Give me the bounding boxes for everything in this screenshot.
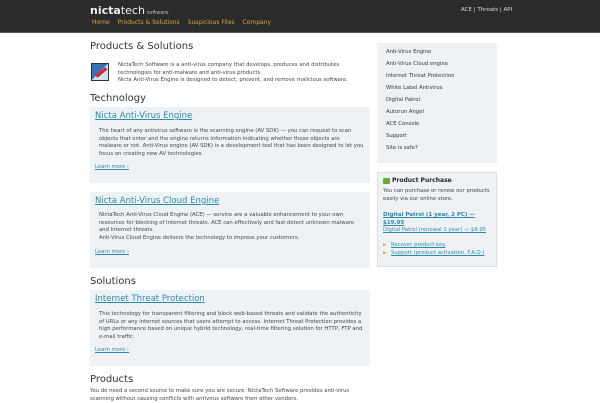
learn-more-link[interactable]: Learn more › bbox=[95, 347, 129, 353]
card-title-link[interactable]: Internet Threat Protection bbox=[95, 294, 205, 304]
buy-digital-patrol-link[interactable]: Digital Patrol (1 year, 2 PC) — $19.95 bbox=[383, 211, 493, 227]
card-title-link[interactable]: Nicta Anti-Virus Engine bbox=[95, 111, 192, 121]
logo[interactable]: nictatech software bbox=[90, 4, 168, 17]
arrow-icon: ► bbox=[383, 242, 387, 248]
main-nav: Home Products & Solutions Suspicious Fil… bbox=[92, 19, 271, 26]
sidebar-item-anti-virus-engine[interactable]: Anti-Virus Engine bbox=[386, 49, 431, 55]
sidebar-item-autorun-angel[interactable]: Autorun Angel bbox=[386, 109, 424, 115]
sidebar-item-threat-protection[interactable]: Internet Threat Protection bbox=[386, 73, 454, 79]
intro-text: NictaTech Software is a anti-virus compa… bbox=[118, 62, 348, 83]
cart-icon bbox=[383, 178, 390, 184]
sidebar-item-digital-patrol[interactable]: Digital Patrol bbox=[386, 97, 420, 103]
card-body: The heart of any antivirus software is t… bbox=[99, 128, 364, 157]
sidebar-item-support[interactable]: Support bbox=[386, 133, 407, 139]
nav-suspicious-files[interactable]: Suspicious Files bbox=[188, 19, 235, 26]
recover-key-link[interactable]: Recover product key bbox=[391, 242, 445, 248]
solution-card: Internet Threat Protection This technolo… bbox=[90, 290, 370, 366]
card-body: NictaTech Anti-Virus Cloud Engine (ACE) … bbox=[99, 212, 355, 241]
products-heading: Products bbox=[90, 374, 134, 385]
purchase-text: You can purchase or renew our products e… bbox=[383, 188, 490, 202]
nictatech-logo-icon bbox=[91, 63, 109, 81]
header: nictatech software Home Products & Soluti… bbox=[0, 0, 600, 33]
card-body: This technology for transparent filterin… bbox=[99, 311, 363, 340]
nav-company[interactable]: Company bbox=[243, 19, 272, 26]
support-link[interactable]: Support (product activation, F.A.Q.) bbox=[391, 250, 484, 256]
tech-card-engine: Nicta Anti-Virus Engine The heart of any… bbox=[90, 107, 370, 183]
renew-digital-patrol-link[interactable]: Digital Patrol (renewal 1 year) — $9.95 bbox=[383, 227, 486, 233]
product-purchase-box: Product Purchase You can purchase or ren… bbox=[377, 172, 497, 267]
learn-more-link[interactable]: Learn more › bbox=[95, 164, 129, 170]
learn-more-link[interactable]: Learn more › bbox=[95, 249, 129, 255]
sidebar-menu: Anti-Virus Engine Anti-Virus Cloud engin… bbox=[377, 43, 497, 163]
nav-home[interactable]: Home bbox=[92, 19, 110, 26]
arrow-icon: ► bbox=[383, 250, 387, 256]
nav-products[interactable]: Products & Solutions bbox=[118, 19, 180, 26]
sidebar-item-white-label[interactable]: White Label Antivirus bbox=[386, 85, 443, 91]
solutions-heading: Solutions bbox=[90, 276, 136, 287]
purchase-heading: Product Purchase bbox=[392, 177, 452, 184]
card-title-link[interactable]: Nicta Anti-Virus Cloud Engine bbox=[95, 196, 219, 206]
sidebar-item-cloud-engine[interactable]: Anti-Virus Cloud engine bbox=[386, 61, 448, 67]
products-text: You do need a second source to make sure… bbox=[90, 388, 350, 402]
sidebar-item-ace-console[interactable]: ACE Console bbox=[386, 121, 419, 127]
top-links[interactable]: ACE | Threats | API bbox=[461, 7, 512, 13]
tech-card-cloud: Nicta Anti-Virus Cloud Engine NictaTech … bbox=[90, 192, 370, 268]
technology-heading: Technology bbox=[90, 93, 147, 104]
page-title: Products & Solutions bbox=[90, 41, 194, 52]
sidebar-item-site-safe[interactable]: Site is safe? bbox=[386, 145, 418, 151]
